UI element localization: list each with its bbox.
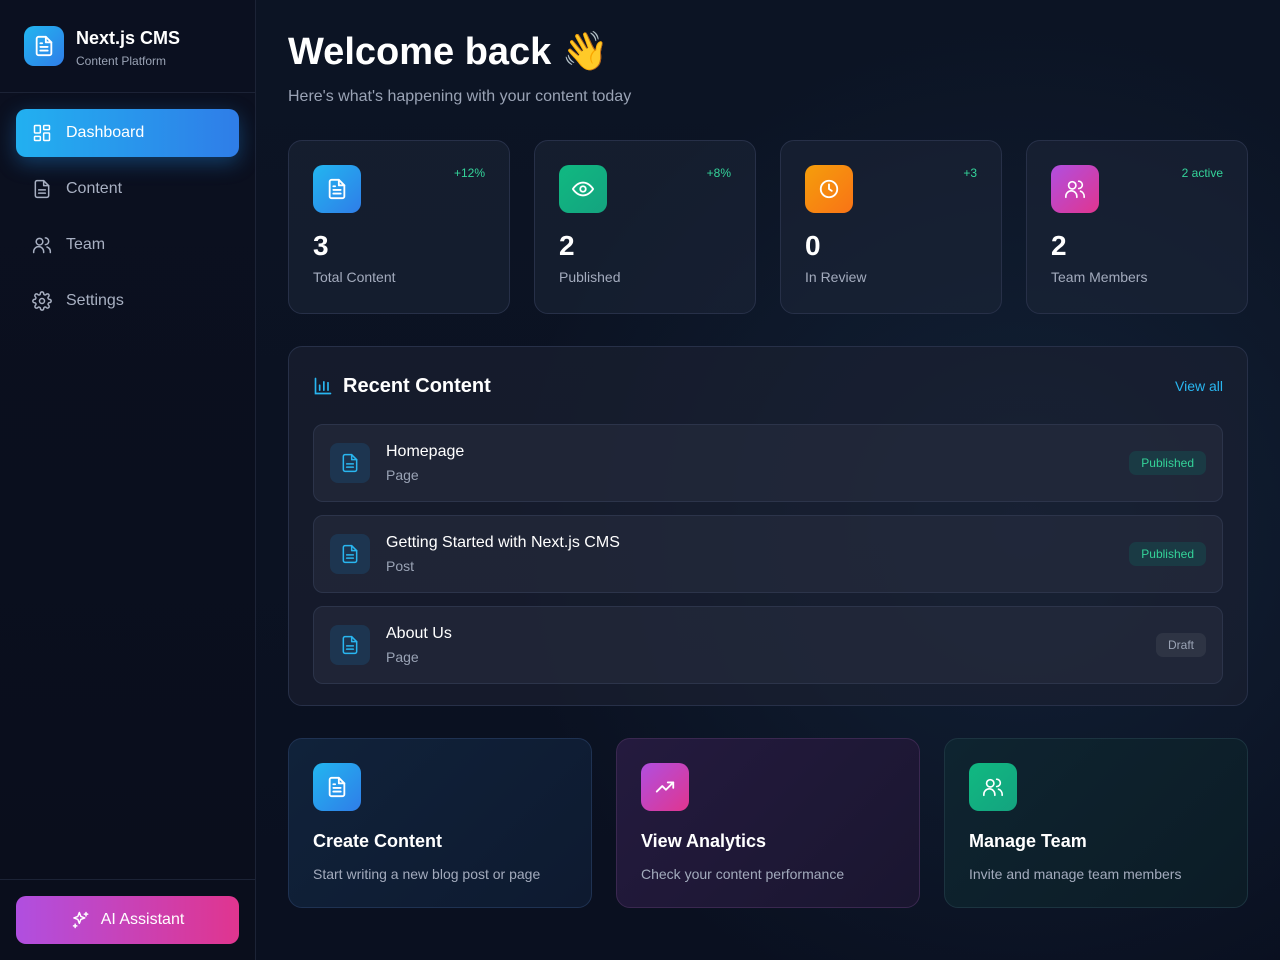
content-title: Homepage bbox=[386, 443, 465, 460]
quick-action-desc: Check your content performance bbox=[641, 866, 845, 882]
stat-label: Team Members bbox=[1051, 269, 1148, 285]
eye-icon bbox=[559, 165, 607, 213]
stat-delta: 2 active bbox=[1181, 166, 1223, 180]
gear-icon bbox=[32, 291, 52, 311]
document-icon bbox=[34, 179, 50, 199]
stat-label: In Review bbox=[805, 269, 867, 285]
sidebar-item-label: Dashboard bbox=[66, 124, 145, 141]
view-all-link[interactable]: View all bbox=[1175, 378, 1223, 394]
brand[interactable]: Next.js CMS Content Platform bbox=[0, 0, 255, 93]
page-title: Welcome back 👋 bbox=[288, 31, 610, 73]
stat-delta: +3 bbox=[963, 166, 977, 180]
content-type: Page bbox=[386, 649, 419, 665]
content-title: About Us bbox=[386, 625, 452, 642]
stats-row: +12% 3 Total Content +8% 2 Published +3 … bbox=[288, 140, 1248, 314]
stat-delta: +12% bbox=[453, 166, 485, 180]
document-icon bbox=[330, 625, 370, 665]
sidebar: Next.js CMS Content Platform Dashboard C… bbox=[0, 0, 256, 960]
quick-action-desc: Invite and manage team members bbox=[969, 866, 1182, 882]
stat-card-team-members[interactable]: 2 active 2 Team Members bbox=[1026, 140, 1248, 314]
document-icon bbox=[313, 165, 361, 213]
trending-up-icon bbox=[641, 763, 689, 811]
stat-card-total-content[interactable]: +12% 3 Total Content bbox=[288, 140, 510, 314]
sparkles-icon bbox=[72, 911, 89, 929]
sidebar-nav: Dashboard Content Team Settings bbox=[0, 93, 255, 325]
status-badge: Published bbox=[1129, 451, 1206, 475]
stat-label: Published bbox=[559, 269, 621, 285]
stat-value: 0 bbox=[805, 230, 821, 261]
stat-card-in-review[interactable]: +3 0 In Review bbox=[780, 140, 1002, 314]
sidebar-item-label: Settings bbox=[66, 292, 124, 309]
quick-action-title: Manage Team bbox=[969, 831, 1087, 851]
status-badge: Draft bbox=[1155, 633, 1206, 657]
sidebar-item-label: Team bbox=[66, 236, 106, 253]
stat-label: Total Content bbox=[313, 269, 396, 285]
page-subtitle: Here's what's happening with your conten… bbox=[288, 88, 632, 105]
recent-content-panel: Recent Content View all Homepage Page Pu bbox=[288, 346, 1248, 706]
document-icon bbox=[24, 26, 64, 66]
stat-value: 3 bbox=[313, 230, 329, 261]
status-badge: Published bbox=[1129, 542, 1206, 566]
content-type: Page bbox=[386, 467, 419, 483]
content-title: Getting Started with Next.js CMS bbox=[386, 534, 620, 551]
dashboard-icon bbox=[33, 124, 51, 142]
quick-action-desc: Start writing a new blog post or page bbox=[313, 866, 541, 882]
brand-subtitle: Content Platform bbox=[76, 54, 167, 68]
quick-actions: Create Content Start writing a new blog … bbox=[288, 738, 1248, 908]
sidebar-item-label: Content bbox=[66, 180, 123, 197]
sidebar-item-dashboard[interactable]: Dashboard bbox=[16, 109, 239, 157]
app-root: Next.js CMS Content Platform Dashboard C… bbox=[0, 0, 1280, 960]
manage-team-card[interactable]: Manage Team Invite and manage team membe… bbox=[944, 738, 1248, 908]
list-item[interactable]: Getting Started with Next.js CMS Post Pu… bbox=[313, 515, 1223, 593]
sidebar-item-team[interactable]: Team bbox=[16, 221, 239, 269]
bar-chart-icon bbox=[314, 377, 332, 395]
sidebar-footer: AI Assistant bbox=[0, 879, 255, 960]
recent-content-list: Homepage Page Published Getting Started … bbox=[313, 424, 1223, 684]
users-icon bbox=[32, 237, 52, 254]
stat-delta: +8% bbox=[706, 166, 731, 180]
sidebar-item-settings[interactable]: Settings bbox=[16, 277, 239, 325]
sidebar-item-content[interactable]: Content bbox=[16, 165, 239, 213]
quick-action-title: Create Content bbox=[313, 831, 443, 851]
view-analytics-card[interactable]: View Analytics Check your content perfor… bbox=[616, 738, 920, 908]
clock-icon bbox=[805, 165, 853, 213]
document-icon bbox=[313, 763, 361, 811]
ai-assistant-label: AI Assistant bbox=[100, 911, 185, 928]
content-type: Post bbox=[386, 558, 415, 574]
brand-title: Next.js CMS bbox=[76, 28, 181, 48]
users-icon bbox=[1051, 165, 1099, 213]
users-icon bbox=[969, 763, 1017, 811]
document-icon bbox=[330, 443, 370, 483]
stat-value: 2 bbox=[559, 230, 575, 261]
quick-action-title: View Analytics bbox=[641, 831, 767, 851]
stat-value: 2 bbox=[1051, 230, 1067, 261]
create-content-card[interactable]: Create Content Start writing a new blog … bbox=[288, 738, 592, 908]
list-item[interactable]: About Us Page Draft bbox=[313, 606, 1223, 684]
ai-assistant-button[interactable]: AI Assistant bbox=[16, 896, 239, 944]
main-content: Welcome back 👋 Here's what's happening w… bbox=[256, 0, 1280, 960]
stat-card-published[interactable]: +8% 2 Published bbox=[534, 140, 756, 314]
document-icon bbox=[330, 534, 370, 574]
recent-content-title: Recent Content bbox=[343, 374, 491, 397]
list-item[interactable]: Homepage Page Published bbox=[313, 424, 1223, 502]
